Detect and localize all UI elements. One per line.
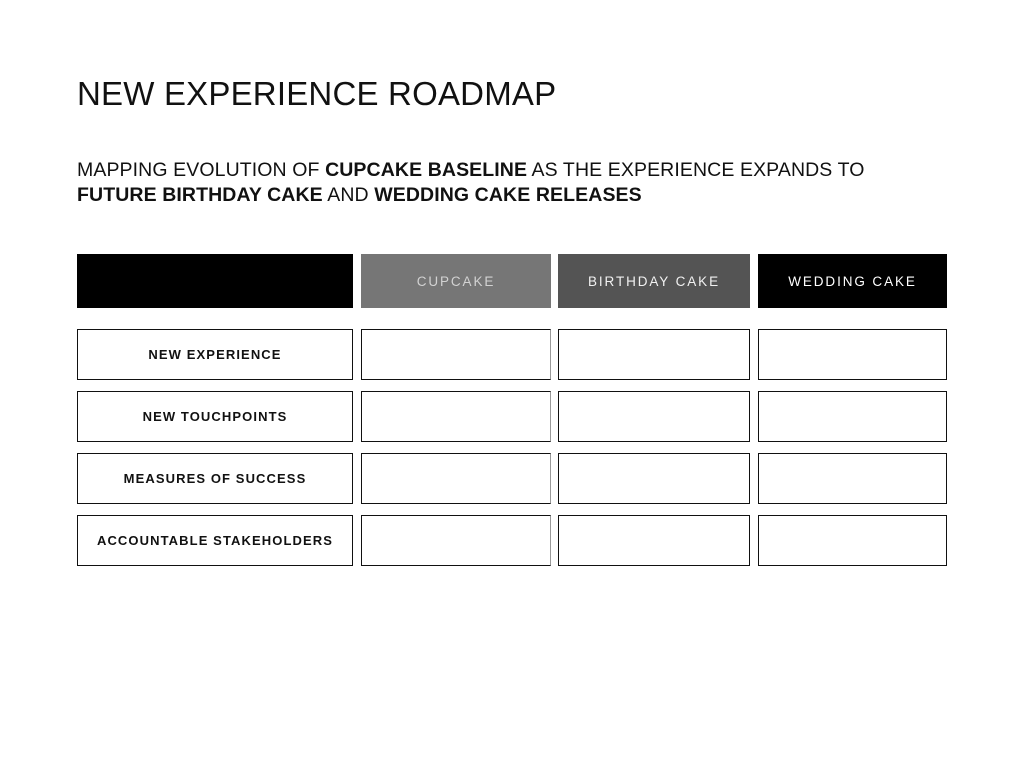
column-header-cupcake[interactable]: CUPCAKE bbox=[361, 254, 551, 308]
cell-new-touchpoints-birthday-cake[interactable] bbox=[558, 391, 750, 442]
cell-new-experience-cupcake[interactable] bbox=[361, 329, 551, 380]
subtitle-emphasis-wedding-cake-releases: WEDDING CAKE RELEASES bbox=[374, 184, 642, 206]
row-label-new-touchpoints: NEW TOUCHPOINTS bbox=[77, 391, 353, 442]
row-label-accountable-stakeholders: ACCOUNTABLE STAKEHOLDERS bbox=[77, 515, 353, 566]
cell-measures-of-success-cupcake[interactable] bbox=[361, 453, 551, 504]
slide-subtitle: MAPPING EVOLUTION OF CUPCAKE BASELINE AS… bbox=[77, 158, 957, 208]
cell-measures-of-success-birthday-cake[interactable] bbox=[558, 453, 750, 504]
table-row: MEASURES OF SUCCESS bbox=[77, 453, 947, 504]
page-title: NEW EXPERIENCE ROADMAP bbox=[77, 75, 557, 112]
cell-new-experience-birthday-cake[interactable] bbox=[558, 329, 750, 380]
cell-new-touchpoints-cupcake[interactable] bbox=[361, 391, 551, 442]
roadmap-matrix: CUPCAKE BIRTHDAY CAKE WEDDING CAKE NEW E… bbox=[77, 254, 947, 566]
subtitle-text-3: AND bbox=[322, 184, 375, 206]
column-header-birthday-cake[interactable]: BIRTHDAY CAKE bbox=[558, 254, 750, 308]
cell-accountable-stakeholders-wedding-cake[interactable] bbox=[758, 515, 947, 566]
table-row: NEW EXPERIENCE bbox=[77, 329, 947, 380]
cell-accountable-stakeholders-cupcake[interactable] bbox=[361, 515, 551, 566]
table-row: NEW TOUCHPOINTS bbox=[77, 391, 947, 442]
column-header-wedding-cake[interactable]: WEDDING CAKE bbox=[758, 254, 947, 308]
row-label-new-experience: NEW EXPERIENCE bbox=[77, 329, 353, 380]
cell-new-experience-wedding-cake[interactable] bbox=[758, 329, 947, 380]
subtitle-text-1: MAPPING EVOLUTION OF bbox=[77, 159, 326, 181]
table-row: ACCOUNTABLE STAKEHOLDERS bbox=[77, 515, 947, 566]
cell-measures-of-success-wedding-cake[interactable] bbox=[758, 453, 947, 504]
subtitle-text-2: AS THE EXPERIENCE EXPANDS TO bbox=[527, 159, 865, 181]
matrix-header-row: CUPCAKE BIRTHDAY CAKE WEDDING CAKE bbox=[77, 254, 947, 308]
row-label-measures-of-success: MEASURES OF SUCCESS bbox=[77, 453, 353, 504]
cell-new-touchpoints-wedding-cake[interactable] bbox=[758, 391, 947, 442]
matrix-corner-cell bbox=[77, 254, 353, 308]
subtitle-emphasis-cupcake-baseline: CUPCAKE BASELINE bbox=[325, 159, 528, 181]
cell-accountable-stakeholders-birthday-cake[interactable] bbox=[558, 515, 750, 566]
slide-canvas: NEW EXPERIENCE ROADMAP MAPPING EVOLUTION… bbox=[0, 0, 1024, 768]
subtitle-emphasis-future-birthday-cake: FUTURE BIRTHDAY CAKE bbox=[77, 184, 323, 206]
